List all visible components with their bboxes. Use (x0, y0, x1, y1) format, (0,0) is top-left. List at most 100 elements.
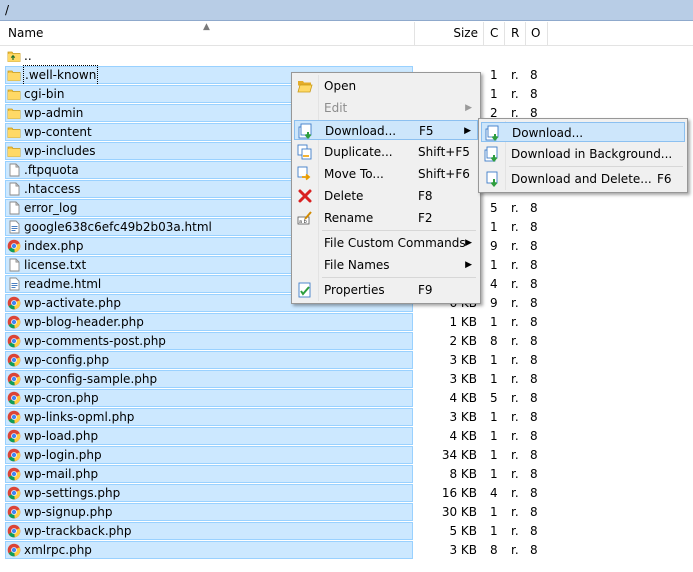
file-changed: 1 (490, 524, 498, 538)
column-owner[interactable]: O (526, 22, 548, 45)
file-rights: r. (511, 68, 519, 82)
file-rights: r. (511, 315, 519, 329)
column-rights[interactable]: R (505, 22, 526, 45)
file-row[interactable]: wp-links-opml.php 3 KB 1 r. 8 (0, 408, 693, 427)
file-owner: 8 (530, 201, 538, 215)
chrome-icon (7, 524, 21, 538)
menu-item-download-in-background[interactable]: Download in Background... (481, 144, 685, 164)
file-row[interactable]: wp-settings.php 16 KB 4 r. 8 (0, 484, 693, 503)
file-name: wp-login.php (24, 448, 102, 462)
file-size: 1 KB (449, 315, 477, 329)
menu-item-download[interactable]: Download... F5 ▶ (294, 120, 478, 140)
folder-icon (7, 125, 21, 139)
duplicate-icon (297, 144, 313, 160)
file-owner: 8 (530, 543, 538, 557)
menu-item-download[interactable]: Download... (481, 122, 685, 142)
file-row[interactable]: wp-config-sample.php 3 KB 1 r. 8 (0, 370, 693, 389)
menu-item-file-custom-commands[interactable]: File Custom Commands ▶ (294, 233, 478, 253)
menu-item-label: Edit (324, 101, 348, 115)
context-menu: Open Edit ▶ Download... F5 ▶ Duplicate... Shift… (291, 72, 481, 304)
menu-item-open[interactable]: Open (294, 76, 478, 96)
chrome-icon (7, 334, 21, 348)
file-rights: r. (511, 486, 519, 500)
download-submenu: Download... Download in Background... Down… (478, 118, 688, 193)
file-owner: 8 (530, 68, 538, 82)
folder-icon (7, 87, 21, 101)
file-row[interactable]: wp-signup.php 30 KB 1 r. 8 (0, 503, 693, 522)
menu-item-label: Download and Delete... (511, 172, 652, 186)
file-name: wp-links-opml.php (24, 410, 135, 424)
file-rights: r. (511, 391, 519, 405)
chrome-icon (7, 315, 21, 329)
file-changed: 1 (490, 258, 498, 272)
file-changed: 5 (490, 391, 498, 405)
file-name: .. (24, 49, 32, 63)
file-rights: r. (511, 258, 519, 272)
file-changed: 1 (490, 467, 498, 481)
sort-ascending-icon: ▲ (203, 22, 210, 32)
file-row[interactable]: wp-blog-header.php 1 KB 1 r. 8 (0, 313, 693, 332)
file-changed: 1 (490, 410, 498, 424)
chrome-icon (7, 372, 21, 386)
menu-item-label: Rename (324, 211, 374, 225)
menu-item-rename[interactable]: a b Rename F2 (294, 208, 478, 228)
file-owner: 8 (530, 296, 538, 310)
menu-item-label: File Custom Commands (324, 236, 466, 250)
file-rights: r. (511, 220, 519, 234)
file-row[interactable]: xmlrpc.php 3 KB 8 r. 8 (0, 541, 693, 560)
menu-item-delete[interactable]: Delete F8 (294, 186, 478, 206)
column-changed[interactable]: C (484, 22, 505, 45)
current-path: / (5, 3, 10, 17)
file-owner: 8 (530, 486, 538, 500)
file-name: wp-mail.php (24, 467, 99, 481)
menu-item-properties[interactable]: Properties F9 (294, 280, 478, 300)
file-changed: 9 (490, 296, 498, 310)
path-bar[interactable]: / (0, 0, 693, 21)
file-owner: 8 (530, 220, 538, 234)
parent-directory-row[interactable]: .. (0, 47, 693, 66)
menu-item-download-and-delete[interactable]: Download and Delete... F6 (481, 169, 685, 189)
file-owner: 8 (530, 505, 538, 519)
file-rights: r. (511, 505, 519, 519)
file-owner: 8 (530, 391, 538, 405)
menu-item-label: Move To... (324, 167, 384, 181)
column-name[interactable]: ▲ Name (0, 22, 415, 45)
file-row[interactable]: wp-comments-post.php 2 KB 8 r. 8 (0, 332, 693, 351)
file-icon (7, 182, 21, 196)
file-row[interactable]: wp-login.php 34 KB 1 r. 8 (0, 446, 693, 465)
file-owner: 8 (530, 372, 538, 386)
parent-folder-icon (7, 49, 21, 63)
file-name: wp-activate.php (24, 296, 121, 310)
file-rights: r. (511, 448, 519, 462)
file-row[interactable]: wp-cron.php 4 KB 5 r. 8 (0, 389, 693, 408)
menu-item-shortcut: F6 (657, 172, 672, 186)
submenu-arrow-icon: ▶ (465, 238, 472, 248)
menu-item-file-names[interactable]: File Names ▶ (294, 255, 478, 275)
file-rights: r. (511, 277, 519, 291)
file-name: wp-config-sample.php (24, 372, 158, 386)
file-row[interactable]: wp-trackback.php 5 KB 1 r. 8 (0, 522, 693, 541)
file-owner: 8 (530, 524, 538, 538)
file-changed: 8 (490, 334, 498, 348)
file-icon (7, 258, 21, 272)
chrome-icon (7, 429, 21, 443)
menu-item-move-to[interactable]: Move To... Shift+F6 (294, 164, 478, 184)
file-rights: r. (511, 543, 519, 557)
file-row[interactable]: wp-mail.php 8 KB 1 r. 8 (0, 465, 693, 484)
html-file-icon (7, 220, 21, 234)
menu-item-edit[interactable]: Edit ▶ (294, 98, 478, 118)
file-size: 3 KB (449, 410, 477, 424)
column-size[interactable]: Size (415, 22, 484, 45)
chrome-icon (7, 448, 21, 462)
file-name: readme.html (24, 277, 102, 291)
file-changed: 4 (490, 486, 498, 500)
file-changed: 8 (490, 543, 498, 557)
file-name: wp-trackback.php (24, 524, 132, 538)
menu-item-duplicate[interactable]: Duplicate... Shift+F5 (294, 142, 478, 162)
file-changed: 1 (490, 353, 498, 367)
file-row[interactable]: wp-config.php 3 KB 1 r. 8 (0, 351, 693, 370)
chrome-icon (7, 353, 21, 367)
file-row[interactable]: wp-load.php 4 KB 1 r. 8 (0, 427, 693, 446)
file-rights: r. (511, 372, 519, 386)
menu-item-label: Download... (512, 126, 584, 140)
